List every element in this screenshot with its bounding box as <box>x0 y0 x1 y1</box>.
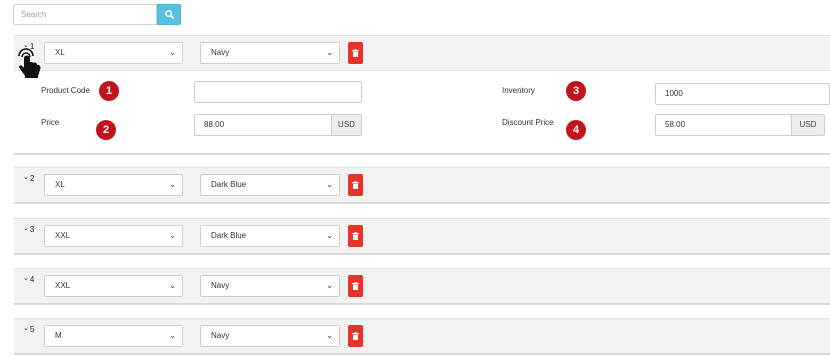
delete-button-5[interactable] <box>348 325 363 347</box>
discount-currency-addon: USD <box>791 114 825 136</box>
delete-button-2[interactable] <box>348 174 363 196</box>
chevron-down-icon: ⌄ <box>169 281 176 290</box>
size-select-2[interactable]: XL ⌄ <box>44 174 183 196</box>
trash-icon <box>352 332 359 340</box>
chevron-down-icon: ⌄ <box>326 231 333 240</box>
chevron-down-icon: ⌄ <box>326 48 333 57</box>
variant-panel-3: ⌄ 3 XXL ⌄ Dark Blue ⌄ <box>14 218 830 255</box>
variant-panel-5: ⌄ 5 M ⌄ Navy ⌄ <box>14 318 830 355</box>
delete-button-4[interactable] <box>348 275 363 297</box>
chevron-down-icon: ⌄ <box>23 325 29 332</box>
step-badge-2: 2 <box>96 120 116 140</box>
trash-icon <box>352 49 359 57</box>
step-badge-4: 4 <box>566 120 586 140</box>
hand-pointer-icon <box>18 48 41 78</box>
chevron-down-icon: ⌄ <box>326 281 333 290</box>
inventory-label: Inventory <box>502 86 535 95</box>
step-badge-3: 3 <box>566 81 586 101</box>
variant-toggle-5[interactable]: ⌄ 5 <box>23 325 34 334</box>
price-label: Price <box>41 118 60 127</box>
discount-price-label: Discount Price <box>502 118 554 127</box>
delete-button-3[interactable] <box>348 225 363 247</box>
product-code-label: Product Code <box>41 86 90 95</box>
inventory-input[interactable]: 1000 <box>655 83 830 105</box>
price-currency-addon: USD <box>331 114 362 136</box>
chevron-down-icon: ⌄ <box>169 331 176 340</box>
variant-toggle-4[interactable]: ⌄ 4 <box>23 275 34 284</box>
search-button[interactable] <box>157 4 181 25</box>
size-select-3[interactable]: XXL ⌄ <box>44 225 183 247</box>
variant-toggle-3[interactable]: ⌄ 3 <box>23 225 34 234</box>
size-select-1[interactable]: XL ⌄ <box>44 42 183 64</box>
price-input[interactable]: 88.00 <box>194 114 332 136</box>
trash-icon <box>352 282 359 290</box>
trash-icon <box>352 181 359 189</box>
chevron-down-icon: ⌄ <box>169 180 176 189</box>
chevron-down-icon: ⌄ <box>169 231 176 240</box>
color-select-3[interactable]: Dark Blue ⌄ <box>200 225 340 247</box>
color-select-2[interactable]: Dark Blue ⌄ <box>200 174 340 196</box>
chevron-down-icon: ⌄ <box>23 174 29 181</box>
search-icon <box>164 10 174 19</box>
chevron-down-icon: ⌄ <box>23 275 29 282</box>
variant-toggle-2[interactable]: ⌄ 2 <box>23 174 34 183</box>
product-code-input[interactable] <box>194 81 362 103</box>
trash-icon <box>352 232 359 240</box>
chevron-down-icon: ⌄ <box>326 180 333 189</box>
step-badge-1: 1 <box>99 81 119 101</box>
delete-button-1[interactable] <box>348 42 363 64</box>
discount-price-input[interactable]: 58.00 <box>655 114 792 136</box>
variant-panel-4: ⌄ 4 XXL ⌄ Navy ⌄ <box>14 268 830 305</box>
chevron-down-icon: ⌄ <box>169 48 176 57</box>
size-select-4[interactable]: XXL ⌄ <box>44 275 183 297</box>
color-select-5[interactable]: Navy ⌄ <box>200 325 340 347</box>
color-select-4[interactable]: Navy ⌄ <box>200 275 340 297</box>
chevron-down-icon: ⌄ <box>326 331 333 340</box>
size-select-5[interactable]: M ⌄ <box>44 325 183 347</box>
search-input[interactable] <box>13 4 157 25</box>
chevron-down-icon: ⌄ <box>23 225 29 232</box>
color-select-1[interactable]: Navy ⌄ <box>200 42 340 64</box>
variant-panel-2: ⌄ 2 XL ⌄ Dark Blue ⌄ <box>14 167 830 204</box>
variant-panel-1: ⌄ 1 XL ⌄ Navy ⌄ Product Code 1 Inventory 3… <box>14 35 830 155</box>
